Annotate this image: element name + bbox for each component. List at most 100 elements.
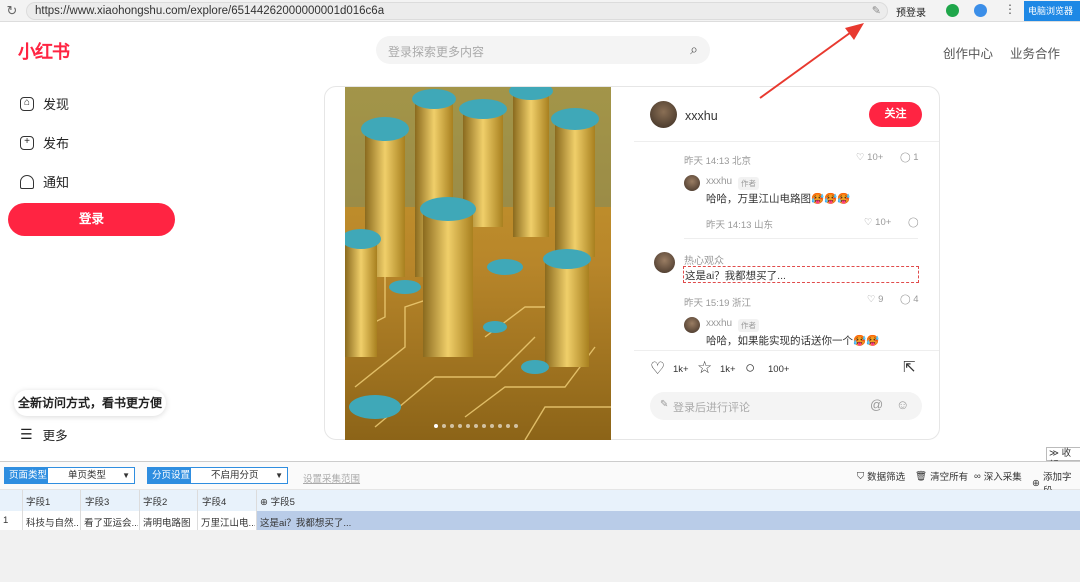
carousel-dot[interactable]: [482, 424, 486, 428]
commenter-avatar[interactable]: [654, 252, 675, 273]
nav-business[interactable]: 业务合作: [1010, 43, 1060, 62]
paging-select[interactable]: 不启用分页 ▼: [190, 467, 288, 484]
url-text[interactable]: https://www.xiaohongshu.com/explore/6514…: [35, 4, 384, 19]
share-icon[interactable]: ⇱: [903, 358, 916, 376]
circuit-city-image: [345, 87, 611, 440]
author-name[interactable]: xxxhu: [685, 109, 718, 123]
sidebar-item-discover[interactable]: ⌂ 发现: [20, 94, 69, 113]
divider: [684, 238, 918, 239]
carousel-dot[interactable]: [442, 424, 446, 428]
carousel-dot[interactable]: [514, 424, 518, 428]
search-icon[interactable]: ⌕: [690, 41, 698, 58]
comment-like[interactable]: ♡ 10+: [856, 152, 883, 163]
search-placeholder: 登录探索更多内容: [388, 45, 485, 59]
sidebar-item-label: 通知: [43, 175, 70, 190]
comment-reply[interactable]: ◯ 4: [900, 294, 919, 305]
hamburger-icon: ☰: [20, 426, 33, 442]
comment-text: 哈哈，万里江山电路图🥵🥵🥵: [706, 193, 851, 205]
author-avatar[interactable]: [650, 101, 677, 128]
comment-total: 100+: [768, 364, 790, 375]
site-logo[interactable]: 小红书: [18, 38, 70, 64]
like-heart-icon[interactable]: ♡: [650, 359, 665, 379]
sidebar-item-label: 发布: [43, 136, 70, 151]
carousel-dot[interactable]: [498, 424, 502, 428]
carousel-dot[interactable]: [506, 424, 510, 428]
browser-mode-button[interactable]: 电脑浏览器 ▾: [1024, 1, 1080, 36]
carousel-dot[interactable]: [466, 424, 470, 428]
refresh-icon[interactable]: ↻: [4, 3, 20, 19]
at-icon[interactable]: @: [870, 397, 883, 412]
extension-icon[interactable]: [974, 4, 987, 17]
plus-square-icon: +: [20, 135, 34, 150]
commenter-avatar[interactable]: [684, 175, 700, 191]
column-header-active[interactable]: ⊕ 字段5: [260, 494, 295, 508]
table-cell[interactable]: 万里江山电...: [201, 515, 255, 529]
chat-icon: ◯: [900, 152, 911, 163]
sidebar-item-notify[interactable]: 通知: [20, 172, 69, 191]
nav-creator-center[interactable]: 创作中心: [943, 43, 993, 62]
deep-collect-button[interactable]: ∞ 深入采集: [974, 469, 1022, 484]
sidebar-item-publish[interactable]: + 发布: [20, 133, 69, 152]
home-icon: ⌂: [20, 96, 34, 111]
comment-like[interactable]: ♡ 9: [867, 294, 883, 305]
comment-input[interactable]: ✎ 登录后进行评论 @ ☺: [650, 392, 922, 420]
paging-label: 分页设置: [147, 467, 196, 484]
column-divider: [139, 490, 140, 530]
comment-reply[interactable]: ◯ 1: [900, 152, 919, 163]
carousel-dot[interactable]: [490, 424, 494, 428]
column-header[interactable]: 字段1: [26, 494, 50, 508]
page-type-select[interactable]: 单页类型 ▼: [47, 467, 135, 484]
comment-meta: 昨天 14:13 北京: [684, 156, 752, 167]
table-cell[interactable]: 清明电路图: [143, 515, 195, 529]
star-icon[interactable]: ☆: [697, 358, 712, 378]
page-type-value: 单页类型: [68, 470, 107, 481]
note-image[interactable]: [345, 87, 611, 440]
table-empty-area: [0, 530, 1080, 582]
table-cell[interactable]: 科技与自然...: [26, 515, 78, 529]
commenter-name[interactable]: xxxhu: [706, 318, 732, 329]
range-link[interactable]: 设置采集范围: [303, 471, 360, 485]
collapse-toggle[interactable]: ≫ 收起: [1046, 447, 1080, 471]
prelogin-button[interactable]: 预登录: [896, 4, 926, 19]
carousel-dot[interactable]: [474, 424, 478, 428]
extension-icon[interactable]: [946, 4, 959, 17]
carousel-dot[interactable]: [450, 424, 454, 428]
emoji-icon[interactable]: ☺: [896, 397, 909, 412]
commenter-name[interactable]: xxxhu: [706, 176, 732, 187]
like-total: 1k+: [673, 364, 689, 375]
like-count: 10+: [867, 152, 884, 163]
search-input[interactable]: 登录探索更多内容 ⌕: [376, 36, 710, 64]
comment-text: 这是ai？我都想买了...: [685, 270, 786, 282]
column-header-label: 字段5: [270, 497, 295, 508]
clear-button[interactable]: 🗑 清空所有: [915, 469, 968, 484]
login-button[interactable]: 登录: [8, 203, 175, 236]
link-icon: ∞: [974, 470, 981, 482]
comment-bubble-icon[interactable]: ○: [745, 358, 755, 378]
filter-button[interactable]: ⛉ 数据筛选: [857, 469, 905, 484]
column-header[interactable]: 字段4: [202, 494, 226, 508]
author-badge: 作者: [738, 177, 759, 190]
column-divider: [80, 490, 81, 530]
column-header[interactable]: 字段3: [85, 494, 109, 508]
chat-icon[interactable]: ◯: [908, 217, 919, 228]
table-cell[interactable]: 这是ai？我都想买了...: [260, 515, 460, 529]
table-cell[interactable]: 看了亚运会...: [84, 515, 138, 529]
follow-button[interactable]: 关注: [869, 102, 922, 127]
carousel-dot[interactable]: [434, 424, 438, 428]
commenter-avatar[interactable]: [684, 317, 700, 333]
plus-circle-icon: ⊕: [1032, 477, 1040, 489]
page-type-label: 页面类型: [4, 467, 53, 484]
carousel-dots[interactable]: [434, 424, 518, 428]
comment-meta: 昨天 15:19 浙江: [684, 298, 752, 309]
target-icon: ⊕: [260, 497, 268, 508]
menu-icon[interactable]: ⋮: [1004, 2, 1016, 16]
comment-like[interactable]: ♡ 10+: [864, 217, 891, 228]
comment-placeholder: 登录后进行评论: [673, 402, 750, 414]
tip-bubble: 全新访问方式，看书更方便: [14, 390, 166, 416]
carousel-dot[interactable]: [458, 424, 462, 428]
comment-text: 哈哈，如果能实现的话送你一个🥵🥵: [706, 335, 880, 347]
column-header[interactable]: 字段2: [143, 494, 167, 508]
edit-icon[interactable]: ✎: [872, 4, 881, 17]
sidebar-more[interactable]: ☰ 更多: [20, 425, 68, 444]
commenter-name[interactable]: 热心观众: [684, 252, 724, 267]
